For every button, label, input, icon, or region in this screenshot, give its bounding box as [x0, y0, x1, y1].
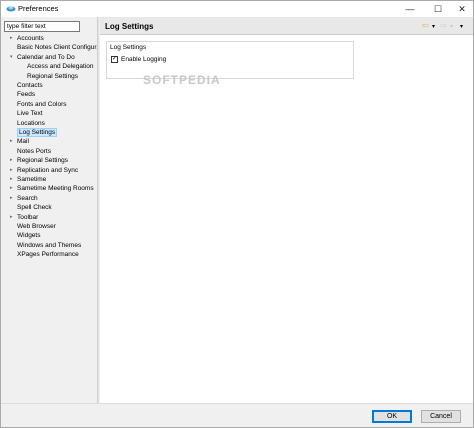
button-bar: OK Cancel: [1, 403, 473, 427]
preferences-tree: ▸ Accounts Basic Notes Client Configura ▾ Ca…: [1, 34, 97, 404]
tree-item[interactable]: Regional Settings: [27, 72, 78, 81]
tree-item-label: Mail: [17, 138, 29, 146]
tree-item-label: Live Text: [17, 110, 43, 118]
view-menu-icon[interactable]: ▾: [460, 23, 463, 30]
group-label: Log Settings: [110, 44, 147, 51]
tree-item-label: Accounts: [17, 35, 44, 42]
tree-item[interactable]: ▸ Regional Settings: [10, 156, 68, 165]
ok-button[interactable]: OK: [372, 410, 412, 423]
tree-item[interactable]: ▾ Calendar and To Do: [10, 53, 75, 62]
pane-splitter[interactable]: [97, 17, 99, 403]
tree-item[interactable]: Fonts and Colors: [17, 100, 67, 109]
content-pane: Log Settings ⇦ ▾ ⇨ ▾ ▾ Log Settings ✓ En…: [100, 17, 473, 403]
title-bar: Preferences — ☐ ✕: [1, 1, 473, 17]
tree-item-label: Access and Delegation: [27, 63, 94, 71]
tree-item[interactable]: Access and Delegation: [27, 62, 94, 71]
cancel-button[interactable]: Cancel: [421, 410, 461, 423]
chevron-right-icon[interactable]: ▸: [10, 184, 13, 193]
tree-item-label: Toolbar: [17, 213, 39, 221]
tree-item[interactable]: Windows and Themes: [17, 241, 81, 250]
tree-item-label: Windows and Themes: [17, 241, 82, 249]
tree-item-label: Contacts: [17, 82, 43, 89]
tree-item-label: Regional Settings: [17, 157, 68, 165]
forward-arrow-icon[interactable]: ⇨: [440, 21, 447, 30]
tree-item[interactable]: ▸ Search: [10, 194, 38, 203]
chevron-right-icon[interactable]: ▸: [10, 137, 13, 146]
chevron-right-icon[interactable]: ▸: [10, 156, 13, 165]
tree-item-label: Feeds: [17, 91, 36, 99]
tree-item[interactable]: Basic Notes Client Configura: [17, 43, 97, 52]
tree-item[interactable]: ▸ Sametime Meeting Rooms: [10, 184, 94, 193]
tree-item[interactable]: Log Settings: [17, 128, 58, 137]
maximize-button[interactable]: ☐: [425, 1, 451, 17]
tree-item[interactable]: Contacts: [17, 81, 43, 90]
tree-item-label: Widgets: [17, 232, 41, 240]
tree-item[interactable]: Widgets: [17, 231, 40, 240]
tree-item-label: Calendar and To Do: [17, 53, 75, 61]
tree-item[interactable]: Live Text: [17, 109, 43, 118]
minimize-button[interactable]: —: [397, 1, 423, 17]
log-settings-group: Log Settings ✓ Enable Logging SOFTPEDIA: [106, 41, 354, 87]
close-button[interactable]: ✕: [449, 1, 474, 17]
tree-item[interactable]: Locations: [17, 119, 45, 128]
tree-item[interactable]: ▸ Toolbar: [10, 213, 39, 222]
preferences-window: Preferences — ☐ ✕ ▸ Accounts Basic Notes C…: [0, 0, 474, 428]
tree-item-label: Search: [17, 194, 38, 202]
tree-item-label: XPages Performance: [17, 251, 79, 259]
enable-logging-checkbox[interactable]: ✓: [111, 56, 118, 63]
tree-item[interactable]: ▸ Sametime: [10, 175, 47, 184]
tree-item[interactable]: ▸ Mail: [10, 137, 29, 146]
tree-item-label: Notes Ports: [17, 147, 51, 155]
back-arrow-icon[interactable]: ⇦: [422, 21, 429, 30]
tree-item-label: Basic Notes Client Configura: [17, 44, 97, 52]
tree-item-label: Replication and Sync: [17, 166, 79, 174]
page-title: Log Settings: [105, 22, 154, 31]
tree-item-label: Sametime Meeting Rooms: [17, 185, 94, 193]
tree-item[interactable]: Web Browser: [17, 222, 56, 231]
chevron-right-icon[interactable]: ▸: [10, 166, 13, 175]
content-header: Log Settings ⇦ ▾ ⇨ ▾ ▾: [100, 17, 473, 35]
chevron-right-icon[interactable]: ▸: [10, 213, 13, 222]
chevron-right-icon[interactable]: ▸: [10, 34, 13, 43]
tree-item-label: Log Settings: [19, 129, 56, 136]
tree-item-label: Fonts and Colors: [17, 100, 67, 108]
window-title: Preferences: [18, 4, 59, 13]
tree-item[interactable]: ▸ Accounts: [10, 34, 44, 43]
chevron-down-icon[interactable]: ▾: [10, 53, 13, 62]
tree-item-label: Locations: [17, 119, 45, 127]
enable-logging-label[interactable]: Enable Logging: [121, 56, 166, 63]
tree-item-label: Sametime: [17, 176, 47, 183]
tree-item[interactable]: Notes Ports: [17, 147, 51, 156]
chevron-right-icon[interactable]: ▸: [10, 194, 13, 203]
chevron-right-icon[interactable]: ▸: [10, 175, 13, 184]
tree-item-label: Web Browser: [17, 223, 56, 230]
watermark: SOFTPEDIA: [143, 73, 221, 87]
tree-item[interactable]: ▸ Replication and Sync: [10, 166, 79, 175]
tree-item[interactable]: XPages Performance: [17, 250, 79, 259]
back-menu-icon[interactable]: ▾: [432, 23, 435, 30]
tree-item[interactable]: Spell Check: [17, 203, 52, 212]
tree-item-label: Regional Settings: [27, 72, 78, 80]
tree-item-label: Spell Check: [17, 204, 52, 212]
filter-input[interactable]: [4, 21, 80, 32]
forward-menu-icon[interactable]: ▾: [450, 23, 453, 30]
app-icon: [6, 6, 16, 12]
tree-item[interactable]: Feeds: [17, 90, 35, 99]
